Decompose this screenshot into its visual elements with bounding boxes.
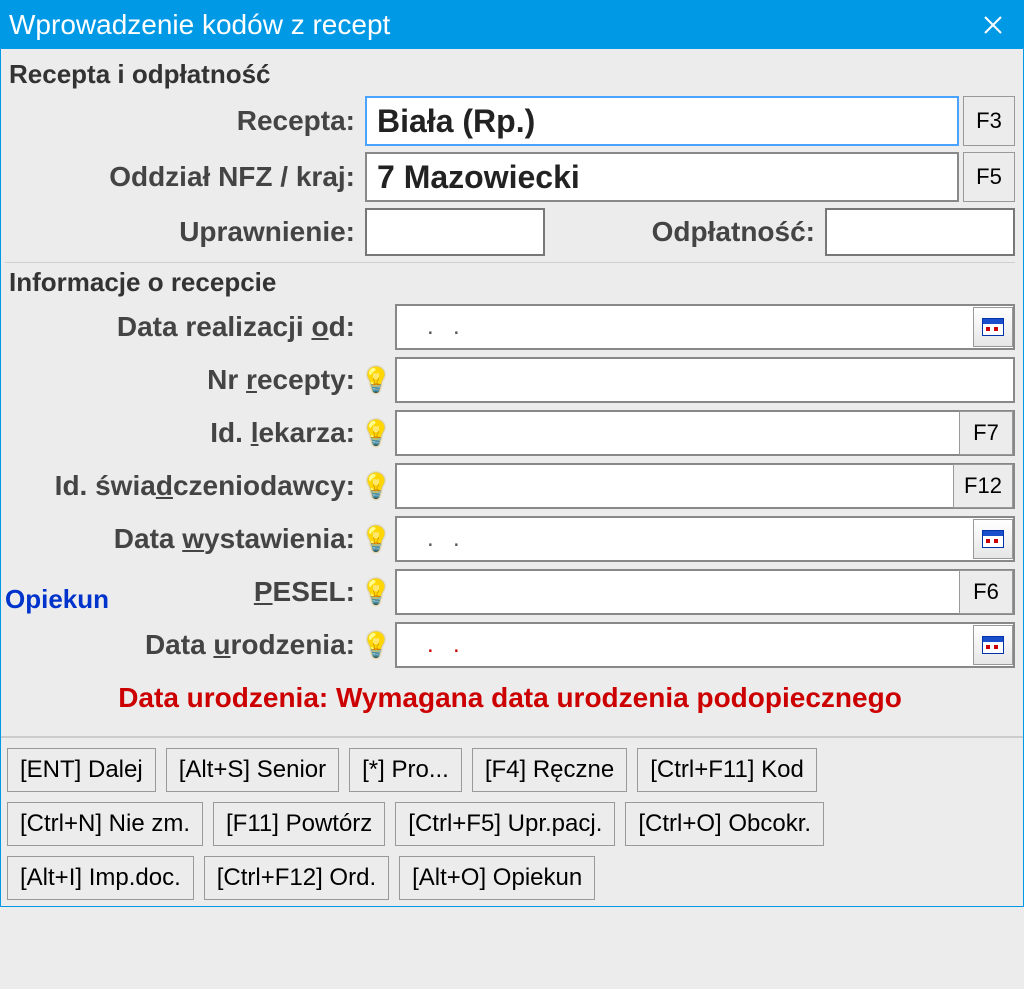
- recepta-f3-button[interactable]: F3: [963, 96, 1015, 146]
- bulb-icon: 💡: [361, 366, 389, 395]
- powtorz-button[interactable]: [F11] Powtórz: [213, 802, 385, 846]
- data-od-calendar-icon[interactable]: [973, 307, 1013, 347]
- pro-button[interactable]: [*] Pro...: [349, 748, 462, 792]
- upr-pacj-button[interactable]: [Ctrl+F5] Upr.pacj.: [395, 802, 615, 846]
- button-bar: [ENT] Dalej [Alt+S] Senior [*] Pro... [F…: [1, 736, 1023, 906]
- id-lekarza-input[interactable]: [395, 410, 1015, 456]
- nie-zm-button[interactable]: [Ctrl+N] Nie zm.: [7, 802, 203, 846]
- uprawnienie-input[interactable]: [365, 208, 545, 256]
- pesel-f6-button[interactable]: F6: [959, 570, 1013, 614]
- data-ur-calendar-icon[interactable]: [973, 625, 1013, 665]
- opiekun-link[interactable]: Opiekun: [5, 584, 109, 615]
- imp-doc-button[interactable]: [Alt+I] Imp.doc.: [7, 856, 194, 900]
- id-swiad-input[interactable]: [395, 463, 1015, 509]
- oddzial-label: Oddział NFZ / kraj:: [5, 161, 365, 193]
- data-ur-label: Data urodzenia:: [5, 629, 365, 661]
- bulb-icon: 💡: [361, 631, 389, 660]
- data-wyst-input[interactable]: [395, 516, 1015, 562]
- section-info-title: Informacje o recepcie: [9, 267, 1015, 298]
- id-swiad-label: Id. świadczeniodawcy:: [5, 470, 365, 502]
- window-title: Wprowadzenie kodów z recept: [9, 9, 390, 41]
- reczne-button[interactable]: [F4] Ręczne: [472, 748, 627, 792]
- obcokr-button[interactable]: [Ctrl+O] Obcokr.: [625, 802, 824, 846]
- oddzial-f5-button[interactable]: F5: [963, 152, 1015, 202]
- recepta-label: Recepta:: [5, 105, 365, 137]
- odplatnosc-input[interactable]: [825, 208, 1015, 256]
- error-message: Data urodzenia: Wymagana data urodzenia …: [5, 682, 1015, 714]
- odplatnosc-label: Odpłatność:: [605, 216, 825, 248]
- dialog-window: Wprowadzenie kodów z recept Recepta i od…: [0, 0, 1024, 907]
- opiekun-button[interactable]: [Alt+O] Opiekun: [399, 856, 595, 900]
- titlebar: Wprowadzenie kodów z recept: [1, 1, 1023, 49]
- id-swiad-f12-button[interactable]: F12: [953, 464, 1013, 508]
- data-od-label: Data realizacji od:: [5, 311, 365, 343]
- oddzial-input[interactable]: [365, 152, 959, 202]
- pesel-input[interactable]: [395, 569, 1015, 615]
- bulb-icon: 💡: [361, 525, 389, 554]
- pesel-label: Opiekun PESEL:: [5, 576, 365, 608]
- uprawnienie-label: Uprawnienie:: [5, 216, 365, 248]
- senior-button[interactable]: [Alt+S] Senior: [166, 748, 339, 792]
- section-recepta-title: Recepta i odpłatność: [9, 59, 1015, 90]
- kod-button[interactable]: [Ctrl+F11] Kod: [637, 748, 817, 792]
- dalej-button[interactable]: [ENT] Dalej: [7, 748, 156, 792]
- close-icon[interactable]: [963, 1, 1023, 49]
- bulb-icon: 💡: [361, 419, 389, 448]
- recepta-input[interactable]: [365, 96, 959, 146]
- data-od-input[interactable]: [395, 304, 1015, 350]
- data-wyst-label: Data wystawienia:: [5, 523, 365, 555]
- id-lekarza-f7-button[interactable]: F7: [959, 411, 1013, 455]
- data-ur-input[interactable]: [395, 622, 1015, 668]
- nr-recepty-input[interactable]: [395, 357, 1015, 403]
- bulb-icon: 💡: [361, 472, 389, 501]
- id-lekarza-label: Id. lekarza:: [5, 417, 365, 449]
- nr-recepty-label: Nr recepty:: [5, 364, 365, 396]
- data-wyst-calendar-icon[interactable]: [973, 519, 1013, 559]
- bulb-icon: 💡: [361, 578, 389, 607]
- ord-button[interactable]: [Ctrl+F12] Ord.: [204, 856, 389, 900]
